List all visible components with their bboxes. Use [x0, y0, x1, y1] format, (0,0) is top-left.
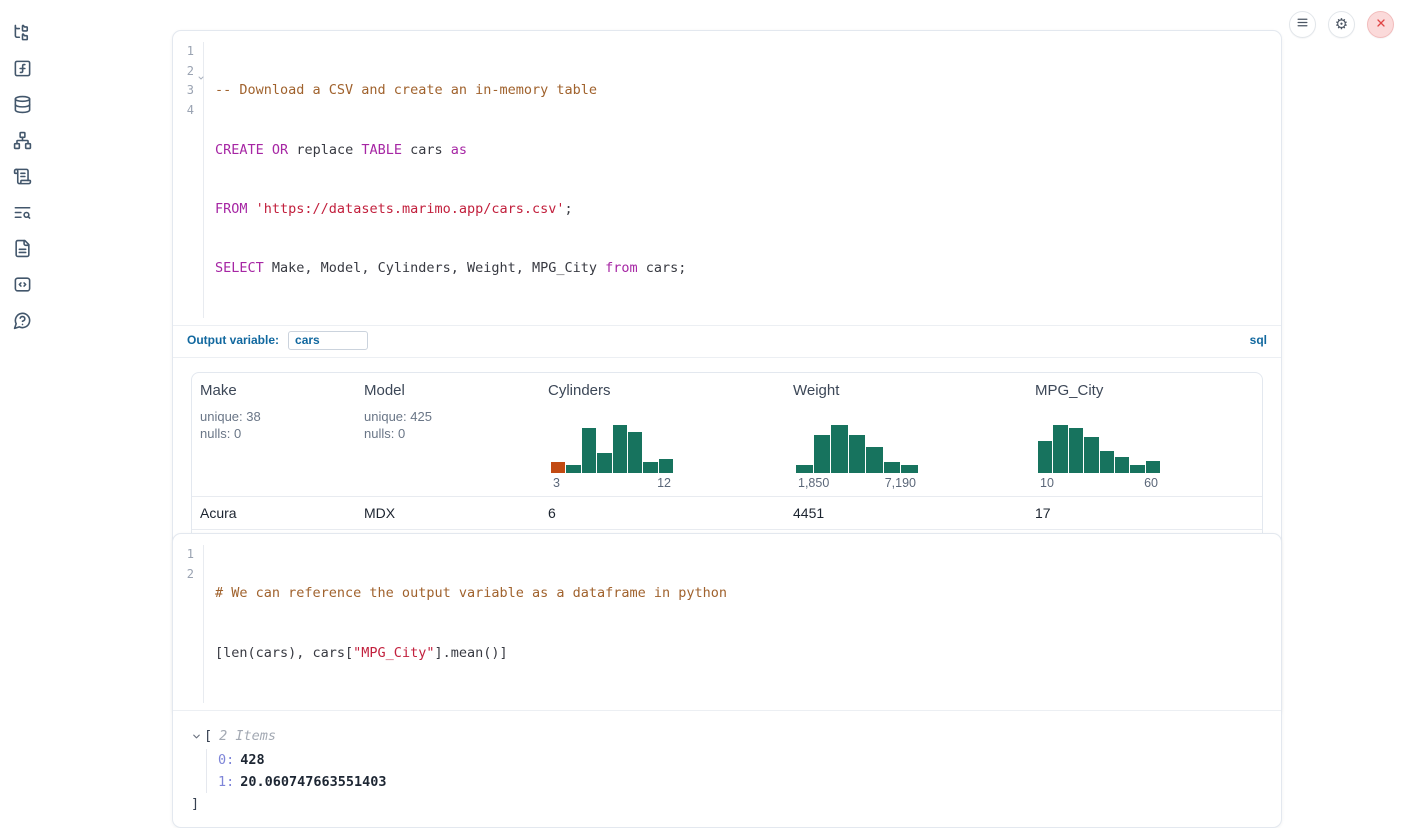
- cell-weight: 4451: [785, 505, 1027, 521]
- code-line: FROM 'https://datasets.marimo.app/cars.c…: [215, 200, 686, 220]
- axis-min: 3: [553, 476, 560, 490]
- collapse-chevron-icon[interactable]: [191, 730, 202, 741]
- snippets-icon[interactable]: [13, 275, 32, 294]
- tree-root: [ 2 Items: [191, 728, 1263, 744]
- axis-min: 1,850: [798, 476, 829, 490]
- list-output-tree: [ 2 Items 0: 428 1: 20.060747663551403 ]: [173, 711, 1281, 827]
- axis-max: 60: [1144, 476, 1158, 490]
- gear-icon: ⚙: [1335, 17, 1348, 32]
- histogram-bars: [551, 423, 673, 473]
- sql-code[interactable]: -- Download a CSV and create an in-memor…: [204, 42, 686, 318]
- column-header-model[interactable]: Model unique: 425 nulls: 0: [356, 373, 540, 496]
- weight-histogram: 1,850 7,190: [796, 423, 918, 490]
- code-line: [len(cars), cars["MPG_City"].mean()]: [215, 644, 727, 664]
- python-editor[interactable]: 1 2 # We can reference the output variab…: [173, 534, 1281, 710]
- histogram-bars: [796, 423, 918, 473]
- tree-entries: 0: 428 1: 20.060747663551403: [206, 749, 1263, 793]
- code-line: # We can reference the output variable a…: [215, 584, 727, 604]
- cell-model: MDX: [356, 505, 540, 521]
- code-line: SELECT Make, Model, Cylinders, Weight, M…: [215, 259, 686, 279]
- settings-button[interactable]: ⚙: [1328, 11, 1355, 38]
- fold-chevron-icon[interactable]: [197, 69, 205, 77]
- python-gutter: 1 2: [173, 545, 204, 703]
- item-index: 0:: [218, 752, 234, 768]
- close-icon: [1375, 16, 1387, 34]
- help-icon[interactable]: [13, 311, 32, 330]
- python-code[interactable]: # We can reference the output variable a…: [204, 545, 727, 703]
- sql-editor[interactable]: 1 2 3 4 -- Download a CSV and create an …: [173, 31, 1281, 325]
- axis-max: 7,190: [885, 476, 916, 490]
- close-bracket: ]: [191, 796, 1263, 812]
- notebook-actions: ⚙: [1289, 11, 1394, 38]
- column-header-weight[interactable]: Weight 1,850 7,190: [785, 373, 1027, 496]
- column-title: Weight: [793, 382, 1019, 399]
- column-unique-stat: unique: 38: [200, 408, 348, 425]
- histogram-axis-labels: 3 12: [551, 476, 673, 490]
- line-number: 3: [173, 81, 203, 101]
- line-number: 1: [173, 42, 203, 62]
- logs-icon[interactable]: [13, 203, 32, 222]
- column-unique-stat: unique: 425: [364, 408, 532, 425]
- table-header: Make unique: 38 nulls: 0 Model unique: 4…: [192, 373, 1262, 496]
- axis-max: 12: [657, 476, 671, 490]
- cell-make: Acura: [192, 505, 356, 521]
- column-header-cylinders[interactable]: Cylinders 3 12: [540, 373, 785, 496]
- line-number: 4: [173, 101, 203, 121]
- line-number: 1: [173, 545, 203, 565]
- cell-mpg-city: 17: [1027, 505, 1262, 521]
- output-variable-row: Output variable: sql: [173, 325, 1281, 357]
- language-badge: sql: [1250, 333, 1267, 347]
- list-item: 1: 20.060747663551403: [218, 771, 1263, 793]
- cylinders-histogram: 3 12: [551, 423, 673, 490]
- column-title: MPG_City: [1035, 382, 1254, 399]
- axis-min: 10: [1040, 476, 1054, 490]
- histogram-axis-labels: 10 60: [1038, 476, 1160, 490]
- documentation-icon[interactable]: [13, 239, 32, 258]
- open-bracket: [: [204, 728, 212, 744]
- column-header-make[interactable]: Make unique: 38 nulls: 0: [192, 373, 356, 496]
- column-nulls-stat: nulls: 0: [364, 425, 532, 442]
- scratchpad-icon[interactable]: [13, 167, 32, 186]
- item-value: 20.060747663551403: [240, 774, 386, 790]
- variables-icon[interactable]: [13, 59, 32, 78]
- histogram-bars: [1038, 423, 1160, 473]
- file-explorer-icon[interactable]: [13, 23, 32, 42]
- python-cell: 1 2 # We can reference the output variab…: [172, 533, 1282, 828]
- column-title: Make: [200, 382, 348, 399]
- output-variable-input[interactable]: [288, 331, 368, 350]
- table-row: Acura MDX 6 4451 17: [192, 496, 1262, 529]
- menu-button[interactable]: [1289, 11, 1316, 38]
- column-title: Model: [364, 382, 532, 399]
- python-output: [ 2 Items 0: 428 1: 20.060747663551403 ]: [173, 710, 1281, 827]
- shutdown-button[interactable]: [1367, 11, 1394, 38]
- dependency-graph-icon[interactable]: [13, 131, 32, 150]
- code-line: -- Download a CSV and create an in-memor…: [215, 81, 686, 101]
- items-count: 2 Items: [219, 728, 276, 744]
- line-number: 2: [173, 62, 203, 82]
- output-variable-label: Output variable:: [187, 333, 279, 347]
- sidebar: [0, 0, 44, 729]
- line-number: 2: [173, 565, 203, 585]
- column-title: Cylinders: [548, 382, 777, 399]
- item-value: 428: [240, 752, 264, 768]
- mpg-city-histogram: 10 60: [1038, 423, 1160, 490]
- column-nulls-stat: nulls: 0: [200, 425, 348, 442]
- datasources-icon[interactable]: [13, 95, 32, 114]
- code-line: CREATE OR replace TABLE cars as: [215, 141, 686, 161]
- list-item: 0: 428: [218, 749, 1263, 771]
- column-header-mpg-city[interactable]: MPG_City 10 60: [1027, 373, 1262, 496]
- sql-gutter: 1 2 3 4: [173, 42, 204, 318]
- item-index: 1:: [218, 774, 234, 790]
- cell-cylinders: 6: [540, 505, 785, 521]
- histogram-axis-labels: 1,850 7,190: [796, 476, 918, 490]
- hamburger-icon: [1296, 16, 1309, 34]
